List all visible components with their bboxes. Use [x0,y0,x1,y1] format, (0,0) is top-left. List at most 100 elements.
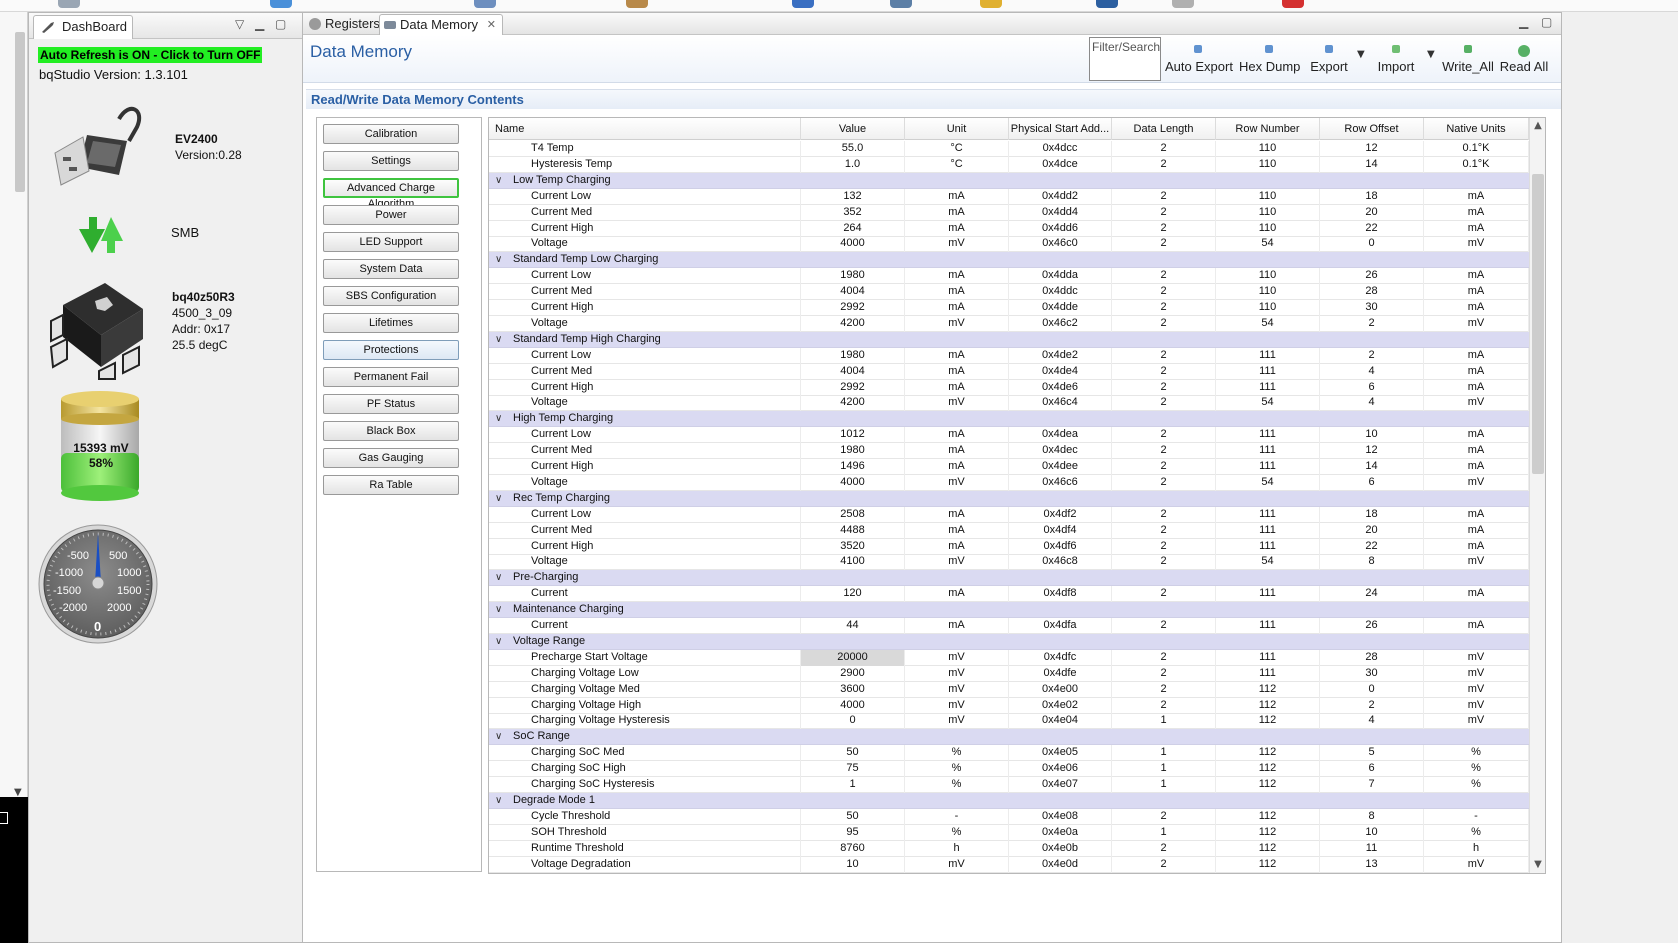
table-row[interactable]: SOH Threshold 95% 0x4e0a 1 112 10% [489,824,1529,841]
chevron-down-icon[interactable]: ∨ [495,793,502,808]
table-row[interactable]: Voltage 4000 mV 0x46c6 2 54 6 mV [489,474,1529,491]
minimize-icon[interactable]: ▁ [1519,15,1528,29]
cell-value[interactable]: 50 [801,745,905,762]
category-button-power[interactable]: Power [323,205,459,225]
cell-value[interactable]: 4100 [801,554,905,571]
import-button[interactable]: Import [1375,45,1417,79]
table-row[interactable]: Current Med 4004 mA 0x4de4 2 111 4 mA [489,363,1529,380]
auto-export-button[interactable]: Auto Export [1165,45,1233,79]
table-row[interactable]: Current Med 1980 mA 0x4dec 2 111 12 mA [489,443,1529,460]
category-button-advanced-charge-algorithm[interactable]: Advanced Charge Algorithm [323,178,459,210]
cell-value[interactable]: 4000 [801,697,905,714]
toolbar-icon[interactable] [1096,0,1118,8]
table-row[interactable]: Current Low 2508 mA 0x4df2 2 111 18 mA [489,506,1529,523]
table-row[interactable]: Charging Voltage Med 3600 mV 0x4e00 2 112 0 mV [489,681,1529,698]
category-button-settings[interactable]: Settings [323,151,459,171]
table-row[interactable]: Current High 3520 mA 0x4df6 2 111 22 mA [489,538,1529,555]
table-row[interactable]: Current High 264 mA 0x4dd6 2 110 22 mA [489,220,1529,237]
table-row[interactable]: Voltage 4000 mV 0x46c0 2 54 0 mV [489,236,1529,253]
cell-value[interactable]: 55.0 [801,141,905,157]
scrollbar-thumb[interactable] [1532,174,1544,474]
scroll-down-icon[interactable]: ▼ [1530,857,1545,873]
cell-value[interactable]: 2992 [801,300,905,316]
toolbar-icon[interactable] [890,0,912,8]
group-row[interactable]: ∨ Maintenance Charging [489,602,1529,619]
table-row[interactable]: Current Low 1980 mA 0x4dda 2 110 26 mA [489,268,1529,285]
category-button-protections[interactable]: Protections [323,340,459,360]
chevron-down-icon[interactable]: ∨ [495,570,502,585]
table-row[interactable]: Charging SoC Med 50% 0x4e05 1 112 5% [489,745,1529,762]
cell-value[interactable]: 120 [801,586,905,603]
toolbar-icon[interactable] [1172,0,1194,8]
category-button-black-box[interactable]: Black Box [323,421,459,441]
cell-value[interactable]: 4200 [801,315,905,332]
cell-value[interactable]: 0 [801,713,905,730]
cell-value[interactable]: 50 [801,808,905,825]
cell-value[interactable]: 3600 [801,681,905,698]
table-row[interactable]: Current Low 1980 mA 0x4de2 2 111 2 mA [489,347,1529,364]
table-row[interactable]: Current 44 mA 0x4dfa 2 111 26 mA [489,618,1529,634]
table-row[interactable]: T4 Temp 55.0 °C 0x4dcc 2 110 12 0.1°K [489,141,1529,157]
column-header-row-number[interactable]: Row Number [1216,118,1320,140]
table-row[interactable]: Precharge Start Voltage 20000 mV 0x4dfc 2 111… [489,649,1529,666]
cell-value[interactable]: 264 [801,220,905,237]
toolbar-icon[interactable] [980,0,1002,8]
chevron-down-icon[interactable]: ∨ [495,729,502,744]
table-row[interactable]: Current High 2992 mA 0x4de6 2 111 6 mA [489,379,1529,396]
cell-value[interactable]: 75 [801,761,905,778]
cell-value[interactable]: 95 [801,824,905,841]
cell-value[interactable]: 1980 [801,347,905,364]
category-button-permanent-fail[interactable]: Permanent Fail [323,367,459,387]
table-scrollbar[interactable]: ▲ ▼ [1529,118,1545,873]
table-row[interactable]: Hysteresis Temp 1.0 °C 0x4dce 2 110 14 0.1°K [489,156,1529,173]
table-row[interactable]: Charging Voltage Hysteresis 0 mV 0x4e04 1 112… [489,713,1529,730]
table-row[interactable]: Cycle Threshold 50-0x4e08 2 112 8- [489,808,1529,825]
chevron-down-icon[interactable]: ∨ [495,602,502,617]
cell-value[interactable]: 352 [801,204,905,221]
category-button-sbs-configuration[interactable]: SBS Configuration [323,286,459,306]
auto-refresh-toggle[interactable]: Auto Refresh is ON - Click to Turn OFF [38,47,263,63]
table-row[interactable]: Charging Voltage High 4000 mV 0x4e02 2 112 2 mV [489,697,1529,714]
column-header-row-offset[interactable]: Row Offset [1320,118,1424,140]
cell-value[interactable]: 1496 [801,459,905,475]
group-row[interactable]: ∨ Voltage Range [489,633,1529,650]
toolbar-icon[interactable] [792,0,814,8]
group-row[interactable]: ∨ Standard Temp Low Charging [489,252,1529,269]
toolbar-icon[interactable] [626,0,648,8]
column-header-value[interactable]: Value [801,118,905,140]
table-row[interactable]: Voltage 4100 mV 0x46c8 2 54 8 mV [489,554,1529,571]
toolbar-icon[interactable] [58,0,80,8]
table-row[interactable]: Voltage 4200 mV 0x46c4 2 54 4 mV [489,395,1529,412]
table-row[interactable]: Current Low 1012 mA 0x4dea 2 111 10 mA [489,427,1529,444]
maximize-icon[interactable]: ▢ [1541,15,1552,29]
cell-value[interactable]: 4200 [801,395,905,412]
chevron-down-icon[interactable]: ∨ [495,173,502,188]
export-button[interactable]: Export [1309,45,1349,79]
group-row[interactable]: ∨ Pre-Charging [489,570,1529,587]
cell-value[interactable]: 4000 [801,236,905,253]
table-row[interactable]: Current High 1496 mA 0x4dee 2 111 14 mA [489,459,1529,475]
table-row[interactable]: Current Med 352 mA 0x4dd4 2 110 20 mA [489,204,1529,221]
column-header-unit[interactable]: Unit [905,118,1009,140]
table-row[interactable]: Current High 2992 mA 0x4dde 2 110 30 mA [489,300,1529,316]
toolbar-icon[interactable] [270,0,292,8]
minimize-icon[interactable]: ▁ [255,17,264,31]
group-row[interactable]: ∨ Standard Temp High Charging [489,331,1529,348]
category-button-gas-gauging[interactable]: Gas Gauging [323,448,459,468]
maximize-icon[interactable]: ▢ [275,17,286,31]
left-scrollbar-thumb[interactable] [15,32,25,192]
table-row[interactable]: Charging SoC High 75% 0x4e06 1 112 6% [489,761,1529,778]
filter-search-input[interactable]: Filter/Search [1089,37,1161,81]
category-button-system-data[interactable]: System Data [323,259,459,279]
cell-value[interactable]: 2508 [801,506,905,523]
table-row[interactable]: Current Med 4004 mA 0x4ddc 2 110 28 mA [489,284,1529,301]
table-row[interactable]: Voltage Degradation 10 mV 0x4e0d 2 112 13 mV [489,856,1529,873]
cell-value[interactable]: 4004 [801,284,905,301]
scroll-up-icon[interactable]: ▲ [1530,118,1545,134]
table-row[interactable]: Current Low 132 mA 0x4dd2 2 110 18 mA [489,188,1529,205]
cell-value[interactable]: 20000 [801,649,905,666]
tab-registers[interactable]: Registers [305,14,380,35]
category-button-lifetimes[interactable]: Lifetimes [323,313,459,333]
table-row[interactable]: Charging SoC Hysteresis 1% 0x4e07 1 112 7% [489,777,1529,793]
cell-value[interactable]: 10 [801,856,905,873]
